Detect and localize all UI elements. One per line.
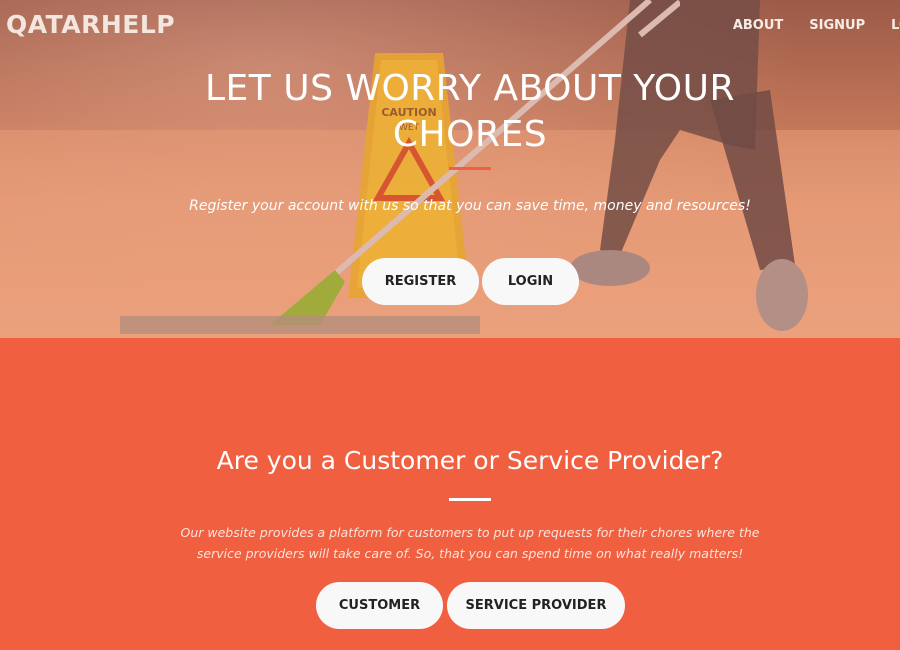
top-nav: ABOUT SIGNUP LO — [707, 18, 900, 33]
register-button[interactable]: REGISTER — [362, 258, 479, 305]
section-title: Are you a Customer or Service Provider? — [216, 446, 724, 475]
service-provider-button[interactable]: SERVICE PROVIDER — [447, 582, 625, 629]
nav-about-link[interactable]: ABOUT — [733, 18, 783, 33]
role-section: Are you a Customer or Service Provider? … — [0, 338, 900, 650]
nav-login-link[interactable]: LO — [891, 18, 900, 33]
section-description: Our website provides a platform for cust… — [180, 525, 760, 561]
section-divider — [449, 498, 491, 501]
login-button[interactable]: LOGIN — [482, 258, 579, 305]
hero-subtitle: Register your account with us so that yo… — [189, 198, 751, 214]
hero-banner: CAUTION WET QATARHELP ABOUT SIGNUP LO LE… — [0, 0, 900, 338]
hero-title: LET US WORRY ABOUT YOUR CHORES — [204, 68, 735, 155]
customer-button[interactable]: CUSTOMER — [316, 582, 443, 629]
hero-divider — [449, 167, 491, 170]
nav-signup-link[interactable]: SIGNUP — [809, 18, 865, 33]
brand-logo[interactable]: QATARHELP — [6, 10, 175, 39]
